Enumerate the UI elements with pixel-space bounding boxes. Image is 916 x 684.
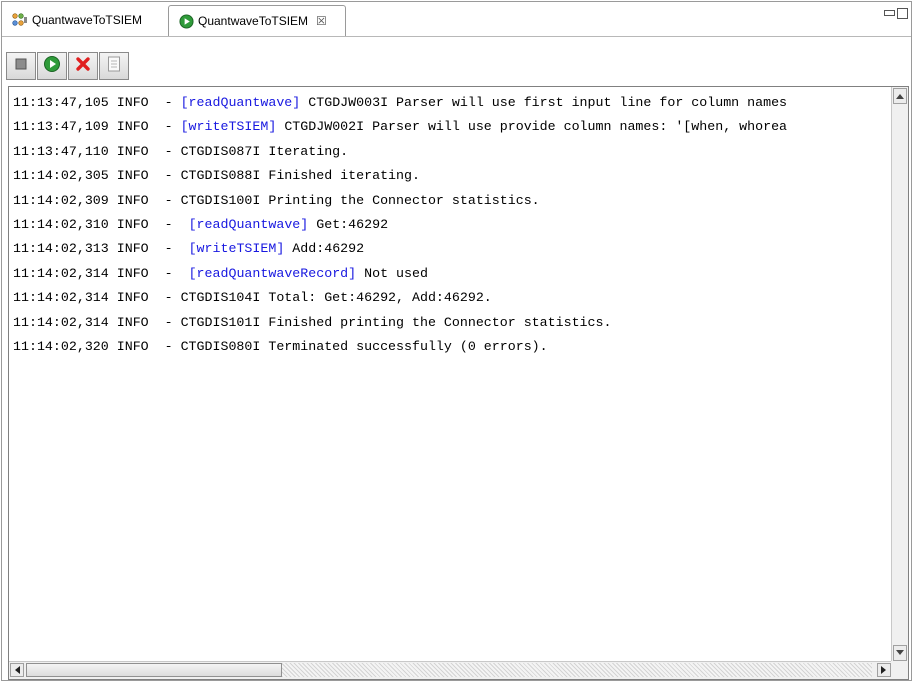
stop-icon (14, 57, 28, 76)
log-timestamp-level: 11:14:02,314 INFO - (13, 314, 181, 330)
horizontal-scroll-track[interactable] (282, 663, 872, 677)
maximize-icon[interactable] (897, 8, 908, 19)
component-link[interactable]: [readQuantwave] (181, 95, 301, 110)
log-line: 11:14:02,314 INFO - CTGDIS104I Total: Ge… (9, 286, 892, 310)
log-timestamp-level: 11:14:02,314 INFO - (13, 265, 189, 281)
tab-quantwave-console[interactable]: QuantwaveToTSIEM ☒ (168, 5, 346, 36)
log-output-area[interactable]: 11:13:47,105 INFO - [readQuantwave] CTGD… (8, 86, 909, 680)
component-link[interactable]: [writeTSIEM] (189, 241, 285, 256)
log-timestamp-level: 11:14:02,310 INFO - (13, 217, 189, 233)
log-message: CTGDIS088I Finished iterating. (180, 168, 420, 184)
stop-button[interactable] (6, 52, 36, 80)
log-timestamp-level: 11:14:02,320 INFO - (13, 339, 181, 355)
log-message: CTGDJW003I Parser will use first input l… (300, 95, 788, 110)
tab-label: QuantwaveToTSIEM (32, 13, 143, 27)
log-message: CTGDIS104I Total: Get:46292, Add:46292. (180, 290, 492, 306)
log-line: 11:14:02,313 INFO - [writeTSIEM] Add:462… (9, 237, 892, 261)
scroll-right-icon[interactable] (877, 663, 891, 677)
minimize-icon[interactable] (884, 10, 895, 16)
tab-quantwave-assembly-line[interactable]: QuantwaveToTSIEM (6, 5, 162, 35)
log-line: 11:14:02,314 INFO - CTGDIS101I Finished … (9, 311, 892, 335)
scroll-up-icon[interactable] (893, 88, 907, 104)
log-line: 11:14:02,305 INFO - CTGDIS088I Finished … (9, 164, 892, 188)
console-view: QuantwaveToTSIEM QuantwaveToTSIEM ☒ 11:1… (1, 1, 912, 681)
assembly-line-icon (12, 13, 28, 27)
terminate-icon (75, 56, 91, 77)
run-status-icon (179, 13, 194, 29)
log-line: 11:14:02,309 INFO - CTGDIS100I Printing … (9, 189, 892, 213)
tab-bar: QuantwaveToTSIEM QuantwaveToTSIEM ☒ (2, 2, 911, 37)
log-message: Get:46292 (308, 217, 389, 233)
log-line: 11:14:02,314 INFO - [readQuantwaveRecord… (9, 262, 892, 286)
log-line: 11:13:47,105 INFO - [readQuantwave] CTGD… (9, 91, 892, 115)
horizontal-scrollbar[interactable] (9, 661, 892, 679)
scroll-left-icon[interactable] (10, 663, 24, 677)
terminate-button[interactable] (68, 52, 98, 80)
clear-log-button[interactable] (99, 52, 129, 80)
log-message: Add:46292 (284, 241, 365, 257)
component-link[interactable]: [readQuantwave] (189, 217, 309, 232)
log-message: CTGDIS080I Terminated successfully (0 er… (180, 339, 548, 355)
log-timestamp-level: 11:13:47,110 INFO - (13, 143, 181, 159)
run-button[interactable] (37, 52, 67, 80)
log-timestamp-level: 11:14:02,305 INFO - (13, 168, 181, 184)
log-timestamp-level: 11:13:47,109 INFO - (13, 119, 181, 135)
clear-log-icon (107, 56, 121, 77)
scroll-down-icon[interactable] (893, 645, 907, 661)
log-message: CTGDIS100I Printing the Connector statis… (180, 192, 540, 208)
console-toolbar (6, 52, 136, 80)
log-line: 11:13:47,109 INFO - [writeTSIEM] CTGDJW0… (9, 115, 892, 139)
component-link[interactable]: [readQuantwaveRecord] (189, 266, 357, 281)
run-icon (43, 55, 61, 78)
component-link[interactable]: [writeTSIEM] (181, 119, 277, 134)
tab-label: QuantwaveToTSIEM (198, 14, 309, 28)
scroll-corner (891, 661, 908, 679)
log-timestamp-level: 11:13:47,105 INFO - (13, 95, 181, 110)
log-timestamp-level: 11:14:02,309 INFO - (13, 192, 181, 208)
log-message: CTGDJW002I Parser will use provide colum… (276, 119, 788, 135)
log-timestamp-level: 11:14:02,313 INFO - (13, 241, 189, 257)
log-lines: 11:13:47,105 INFO - [readQuantwave] CTGD… (9, 91, 892, 659)
log-line: 11:14:02,310 INFO - [readQuantwave] Get:… (9, 213, 892, 237)
log-line: 11:13:47,110 INFO - CTGDIS087I Iterating… (9, 140, 892, 164)
log-message: CTGDIS101I Finished printing the Connect… (180, 314, 612, 330)
log-line: 11:14:02,320 INFO - CTGDIS080I Terminate… (9, 335, 892, 359)
close-icon[interactable]: ☒ (316, 14, 327, 28)
horizontal-scroll-thumb[interactable] (26, 663, 282, 677)
log-message: Not used (356, 265, 428, 281)
log-timestamp-level: 11:14:02,314 INFO - (13, 290, 181, 306)
vertical-scrollbar[interactable] (891, 87, 908, 662)
log-message: CTGDIS087I Iterating. (180, 143, 349, 159)
